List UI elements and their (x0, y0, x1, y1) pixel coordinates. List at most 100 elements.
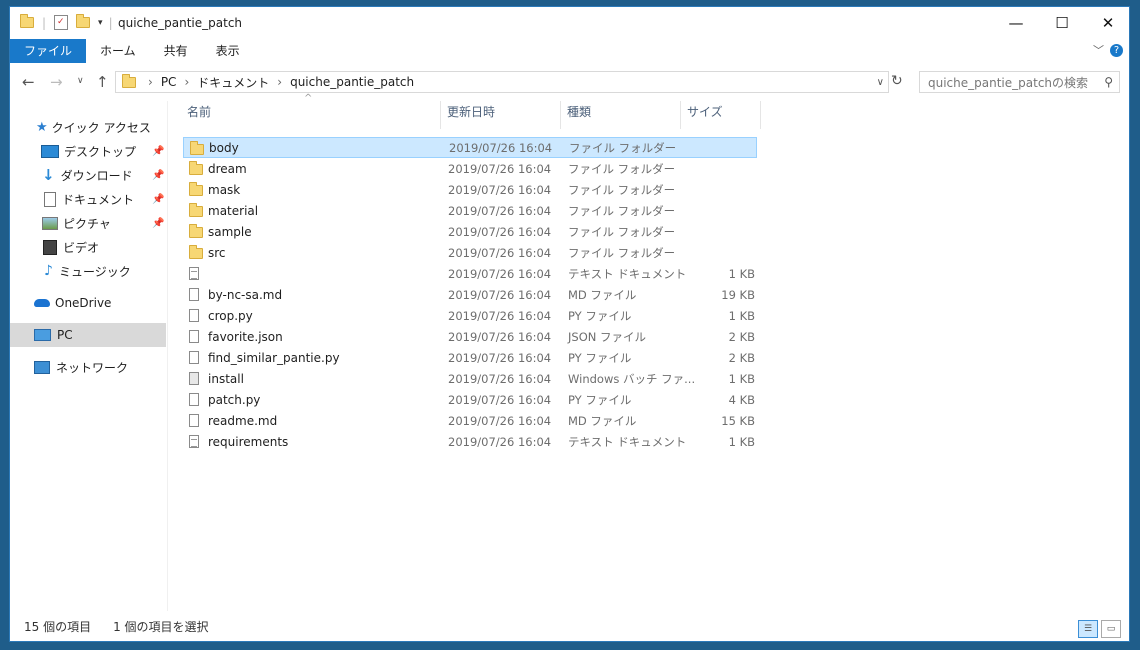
file-row[interactable]: install 2019/07/26 16:04 Windows バッチ ファ...… (183, 368, 757, 389)
pin-icon[interactable]: 📌 (152, 194, 164, 205)
breadcrumb-pc[interactable]: PC (161, 75, 177, 89)
file-row[interactable]: material 2019/07/26 16:04 ファイル フォルダー (183, 200, 757, 221)
sidebar-item-desktop[interactable]: デスクトップ 📌 (10, 139, 166, 163)
column-divider[interactable] (760, 101, 761, 129)
properties-icon[interactable]: ✓ (54, 15, 69, 30)
up-button[interactable]: ↑ (96, 73, 109, 91)
file-icon (189, 393, 199, 409)
new-folder-icon[interactable] (76, 14, 91, 28)
file-icon (189, 330, 199, 346)
file-size: 2 KB (728, 329, 755, 344)
column-divider[interactable] (560, 101, 561, 129)
search-input[interactable]: quiche_pantie_patchの検索 (928, 74, 1088, 91)
file-row[interactable]: favorite.json 2019/07/26 16:04 JSON ファイル 2 … (183, 326, 757, 347)
search-icon[interactable]: ⚲ (1104, 75, 1113, 89)
file-size: 2 KB (728, 350, 755, 365)
download-arrow-icon: ↓ (42, 166, 55, 184)
file-modified: 2019/07/26 16:04 (448, 161, 552, 176)
file-row[interactable]: by-nc-sa.md 2019/07/26 16:04 MD ファイル 19 KB (183, 284, 757, 305)
column-header-type[interactable]: 種類 (567, 101, 591, 123)
file-name: body (209, 140, 239, 155)
recent-locations-button[interactable]: ∨ (77, 76, 84, 86)
file-modified: 2019/07/26 16:04 (448, 350, 552, 365)
folder-icon (189, 203, 203, 220)
pane-divider[interactable] (167, 101, 168, 611)
sort-ascending-icon: ^ (304, 93, 313, 104)
file-icon (189, 309, 199, 325)
sidebar-item-videos[interactable]: ビデオ (10, 235, 166, 259)
tab-home[interactable]: ホーム (86, 39, 150, 63)
file-type: ファイル フォルダー (568, 224, 676, 239)
folder-icon (190, 141, 204, 158)
file-row[interactable]: 2019/07/26 16:04 テキスト ドキュメント 1 KB (183, 263, 757, 284)
text-file-icon (189, 267, 199, 283)
customize-qat-icon[interactable]: ▾ (98, 18, 103, 28)
tab-view[interactable]: 表示 (202, 39, 254, 63)
title-bar: | ✓ ▾ | quiche_pantie_patch — ☐ ✕ (10, 7, 1129, 39)
sidebar-item-network[interactable]: ネットワーク (10, 355, 166, 379)
ribbon-expand-icon[interactable]: ﹀ (1093, 39, 1104, 63)
column-header-size[interactable]: サイズ (687, 101, 723, 123)
file-modified: 2019/07/26 16:04 (448, 245, 552, 260)
sidebar-item-onedrive[interactable]: OneDrive (10, 291, 166, 315)
breadcrumb-folder[interactable]: quiche_pantie_patch (290, 75, 414, 89)
pin-icon[interactable]: 📌 (152, 170, 164, 181)
file-row[interactable]: crop.py 2019/07/26 16:04 PY ファイル 1 KB (183, 305, 757, 326)
breadcrumb-documents[interactable]: ドキュメント (197, 74, 269, 91)
sidebar-item-music[interactable]: ♪ ミュージック (10, 259, 166, 283)
file-modified: 2019/07/26 16:04 (449, 140, 553, 155)
address-dropdown-icon[interactable]: ∨ (877, 77, 884, 88)
column-header-modified[interactable]: 更新日時 (447, 101, 495, 123)
help-icon[interactable]: ? (1110, 44, 1123, 57)
refresh-button[interactable]: ↻ (891, 73, 903, 89)
tab-share[interactable]: 共有 (150, 39, 202, 63)
forward-button[interactable]: → (50, 73, 63, 91)
file-row[interactable]: requirements 2019/07/26 16:04 テキスト ドキュメント 1… (183, 431, 757, 452)
folder-icon (189, 161, 203, 178)
tab-file[interactable]: ファイル (10, 39, 87, 63)
file-row[interactable]: patch.py 2019/07/26 16:04 PY ファイル 4 KB (183, 389, 757, 410)
file-type: ファイル フォルダー (568, 182, 676, 197)
minimize-button[interactable]: — (993, 7, 1039, 39)
file-row[interactable]: body 2019/07/26 16:04 ファイル フォルダー (183, 137, 757, 158)
search-box[interactable]: quiche_pantie_patchの検索 ⚲ (919, 71, 1120, 93)
column-header-name[interactable]: 名前 (187, 101, 211, 123)
close-button[interactable]: ✕ (1085, 7, 1131, 39)
desktop-icon (41, 144, 59, 158)
back-button[interactable]: ← (22, 73, 35, 91)
file-modified: 2019/07/26 16:04 (448, 434, 552, 449)
sidebar-item-pictures[interactable]: ピクチャ 📌 (10, 211, 166, 235)
sidebar-item-pc[interactable]: PC (10, 323, 166, 347)
file-row[interactable]: sample 2019/07/26 16:04 ファイル フォルダー (183, 221, 757, 242)
file-type: ファイル フォルダー (568, 161, 676, 176)
file-type: テキスト ドキュメント (568, 434, 687, 449)
maximize-button[interactable]: ☐ (1039, 7, 1085, 39)
file-type: ファイル フォルダー (568, 203, 676, 218)
column-divider[interactable] (680, 101, 681, 129)
sidebar-item-documents[interactable]: ドキュメント 📌 (10, 187, 166, 211)
file-size: 1 KB (728, 434, 755, 449)
star-icon: ★ (36, 119, 48, 135)
pin-icon[interactable]: 📌 (152, 146, 164, 157)
file-row[interactable]: find_similar_pantie.py 2019/07/26 16:04 PY… (183, 347, 757, 368)
sidebar-item-downloads[interactable]: ↓ ダウンロード 📌 (10, 163, 166, 187)
file-row[interactable]: mask 2019/07/26 16:04 ファイル フォルダー (183, 179, 757, 200)
column-divider[interactable] (440, 101, 441, 129)
sidebar-item-quick-access[interactable]: ★ クイック アクセス (10, 115, 166, 139)
details-view-button[interactable]: ☰ (1078, 620, 1098, 638)
text-file-icon (189, 435, 199, 451)
batch-file-icon (189, 372, 199, 388)
address-bar[interactable]: › PC › ドキュメント › quiche_pantie_patch ∨ (115, 71, 889, 93)
sidebar-item-label: ドキュメント (62, 192, 135, 207)
folder-icon (122, 73, 136, 88)
file-type: ファイル フォルダー (569, 140, 677, 155)
file-modified: 2019/07/26 16:04 (448, 182, 552, 197)
file-row[interactable]: dream 2019/07/26 16:04 ファイル フォルダー (183, 158, 757, 179)
file-row[interactable]: src 2019/07/26 16:04 ファイル フォルダー (183, 242, 757, 263)
file-size: 1 KB (728, 308, 755, 323)
file-name: material (208, 203, 259, 218)
large-icons-view-button[interactable]: ▭ (1101, 620, 1121, 638)
file-name: requirements (208, 434, 289, 449)
pin-icon[interactable]: 📌 (152, 218, 164, 229)
file-row[interactable]: readme.md 2019/07/26 16:04 MD ファイル 15 KB (183, 410, 757, 431)
